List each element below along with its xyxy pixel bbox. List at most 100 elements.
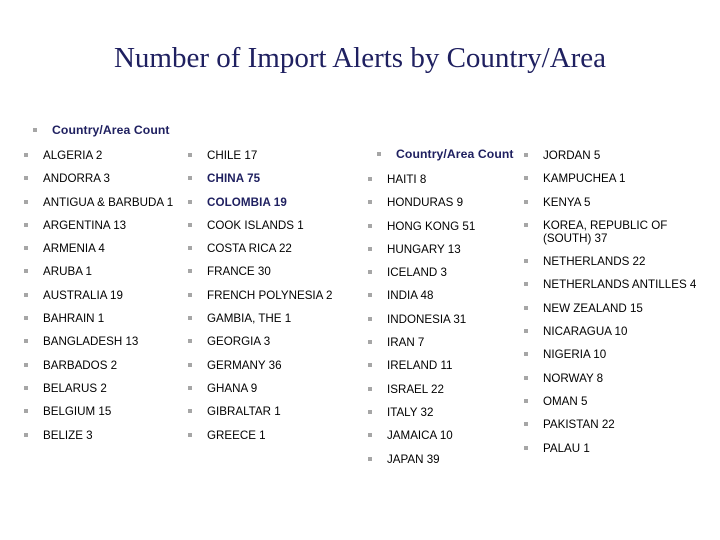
country-count-label: CHINA 75 <box>207 172 261 186</box>
bullet-square-icon <box>24 316 28 321</box>
list-item: FRENCH POLYNESIA 2 <box>186 289 364 302</box>
bullet-square-icon <box>188 292 192 297</box>
bullet-square-icon <box>524 176 528 181</box>
list-item: ARGENTINA 13 <box>22 219 194 232</box>
list-item: COOK ISLANDS 1 <box>186 219 364 232</box>
list-item: KOREA, REPUBLIC OF (SOUTH) 37 <box>522 219 712 245</box>
bullet-square-icon <box>524 199 528 204</box>
list-item: AUSTRALIA 19 <box>22 289 194 302</box>
country-count-label: HAITI 8 <box>387 173 427 186</box>
country-count-label: ITALY 32 <box>387 405 434 419</box>
country-count-label: IRAN 7 <box>387 336 425 350</box>
list-item: NORWAY 8 <box>522 372 712 385</box>
bullet-square-icon <box>368 433 372 438</box>
list-item: BELGIUM 15 <box>22 405 194 418</box>
bullet-square-icon <box>368 363 372 368</box>
country-count-label: HONG KONG 51 <box>387 219 476 233</box>
bullet-square-icon <box>524 329 528 334</box>
country-count-label: ANTIGUA & BARBUDA 1 <box>43 195 174 209</box>
list-item: IRELAND 11 <box>366 359 524 372</box>
country-column-1: CHILE 17 CHINA 75 COLOMBIA 19 COOK ISLANDS … <box>186 124 364 452</box>
list-item: GIBRALTAR 1 <box>186 405 364 418</box>
country-count-label: ALGERIA 2 <box>43 149 103 162</box>
country-count-label: KOREA, REPUBLIC OF (SOUTH) 37 <box>543 218 668 245</box>
list-item: COLOMBIA 19 <box>186 196 364 209</box>
country-count-label: COOK ISLANDS 1 <box>207 218 304 232</box>
bullet-square-icon <box>188 222 192 227</box>
list-item: NEW ZEALAND 15 <box>522 302 712 315</box>
bullet-square-icon <box>188 339 192 344</box>
list-item: ITALY 32 <box>366 406 524 419</box>
list-item: ICELAND 3 <box>366 266 524 279</box>
bullet-square-icon <box>188 316 192 321</box>
country-count-label: BARBADOS 2 <box>43 358 118 372</box>
country-count-label: GERMANY 36 <box>207 358 282 372</box>
country-count-label: NICARAGUA 10 <box>543 325 628 339</box>
list-item: BARBADOS 2 <box>22 359 194 372</box>
bullet-square-icon <box>524 259 528 264</box>
bullet-square-icon <box>524 398 528 403</box>
country-count-label: BELGIUM 15 <box>43 405 112 419</box>
list-item: BAHRAIN 1 <box>22 312 194 325</box>
list-item: HONDURAS 9 <box>366 196 524 209</box>
country-count-label: GEORGIA 3 <box>207 335 271 349</box>
list-item: PALAU 1 <box>522 442 712 455</box>
country-count-label: FRENCH POLYNESIA 2 <box>207 288 333 302</box>
bullet-square-icon <box>524 445 528 450</box>
list-item: BELARUS 2 <box>22 382 194 395</box>
bullet-square-icon <box>368 386 372 391</box>
bullet-square-icon <box>524 422 528 427</box>
list-item: HUNGARY 13 <box>366 243 524 256</box>
list-item: COSTA RICA 22 <box>186 242 364 255</box>
country-count-label: COSTA RICA 22 <box>207 242 292 256</box>
list-item: NETHERLANDS 22 <box>522 255 712 268</box>
country-count-label: KAMPUCHEA 1 <box>543 172 626 186</box>
bullet-square-icon <box>24 246 28 251</box>
list-item: BELIZE 3 <box>22 429 194 442</box>
list-item: GAMBIA, THE 1 <box>186 312 364 325</box>
bullet-square-icon <box>524 375 528 380</box>
list-item: ISRAEL 22 <box>366 383 524 396</box>
country-count-label: JAMAICA 10 <box>387 429 453 443</box>
list-item: GERMANY 36 <box>186 359 364 372</box>
list-item: OMAN 5 <box>522 395 712 408</box>
bullet-square-icon <box>24 362 28 367</box>
country-count-label: ARUBA 1 <box>43 265 92 279</box>
list-item: KENYA 5 <box>522 196 712 209</box>
column-header: Country/Area Count <box>366 148 524 161</box>
country-count-label: NORWAY 8 <box>543 371 604 385</box>
list-item: JORDAN 5 <box>522 149 712 162</box>
list-item: GHANA 9 <box>186 382 364 395</box>
country-count-label: AUSTRALIA 19 <box>43 288 123 302</box>
country-column-0: Country/Area Count ALGERIA 2 ANDORRA 3 ANTI… <box>22 124 194 452</box>
country-count-label: BELIZE 3 <box>43 428 93 442</box>
list-item: NETHERLANDS ANTILLES 4 <box>522 278 712 291</box>
country-count-label: GAMBIA, THE 1 <box>207 312 292 326</box>
list-item: CHILE 17 <box>186 149 364 162</box>
list-item: ARMENIA 4 <box>22 242 194 255</box>
country-count-label: NEW ZEALAND 15 <box>543 301 643 315</box>
country-count-label: COLOMBIA 19 <box>207 195 287 209</box>
bullet-square-icon <box>24 199 28 204</box>
list-item: HONG KONG 51 <box>366 220 524 233</box>
list-item: NIGERIA 10 <box>522 348 712 361</box>
country-count-label: BANGLADESH 13 <box>43 335 139 349</box>
page-title: Number of Import Alerts by Country/Area <box>113 42 607 74</box>
bullet-square-icon <box>24 432 28 437</box>
bullet-square-icon <box>24 269 28 274</box>
list-item: JAMAICA 10 <box>366 429 524 442</box>
country-count-label: GIBRALTAR 1 <box>207 405 281 419</box>
country-column-2: Country/Area Count HAITI 8 HONDURAS 9 HONG … <box>366 148 524 476</box>
country-count-label: NIGERIA 10 <box>543 348 607 362</box>
bullet-square-icon <box>524 282 528 287</box>
bullet-square-icon <box>188 432 192 437</box>
country-count-label: HONDURAS 9 <box>387 196 464 210</box>
country-count-label: INDIA 48 <box>387 289 434 303</box>
bullet-square-icon <box>524 305 528 310</box>
list-item: ANTIGUA & BARBUDA 1 <box>22 196 194 209</box>
country-count-label: NETHERLANDS 22 <box>543 255 646 269</box>
bullet-square-icon <box>188 362 192 367</box>
country-count-label: ISRAEL 22 <box>387 382 444 396</box>
list-item: INDONESIA 31 <box>366 313 524 326</box>
bullet-square-icon <box>368 340 372 345</box>
